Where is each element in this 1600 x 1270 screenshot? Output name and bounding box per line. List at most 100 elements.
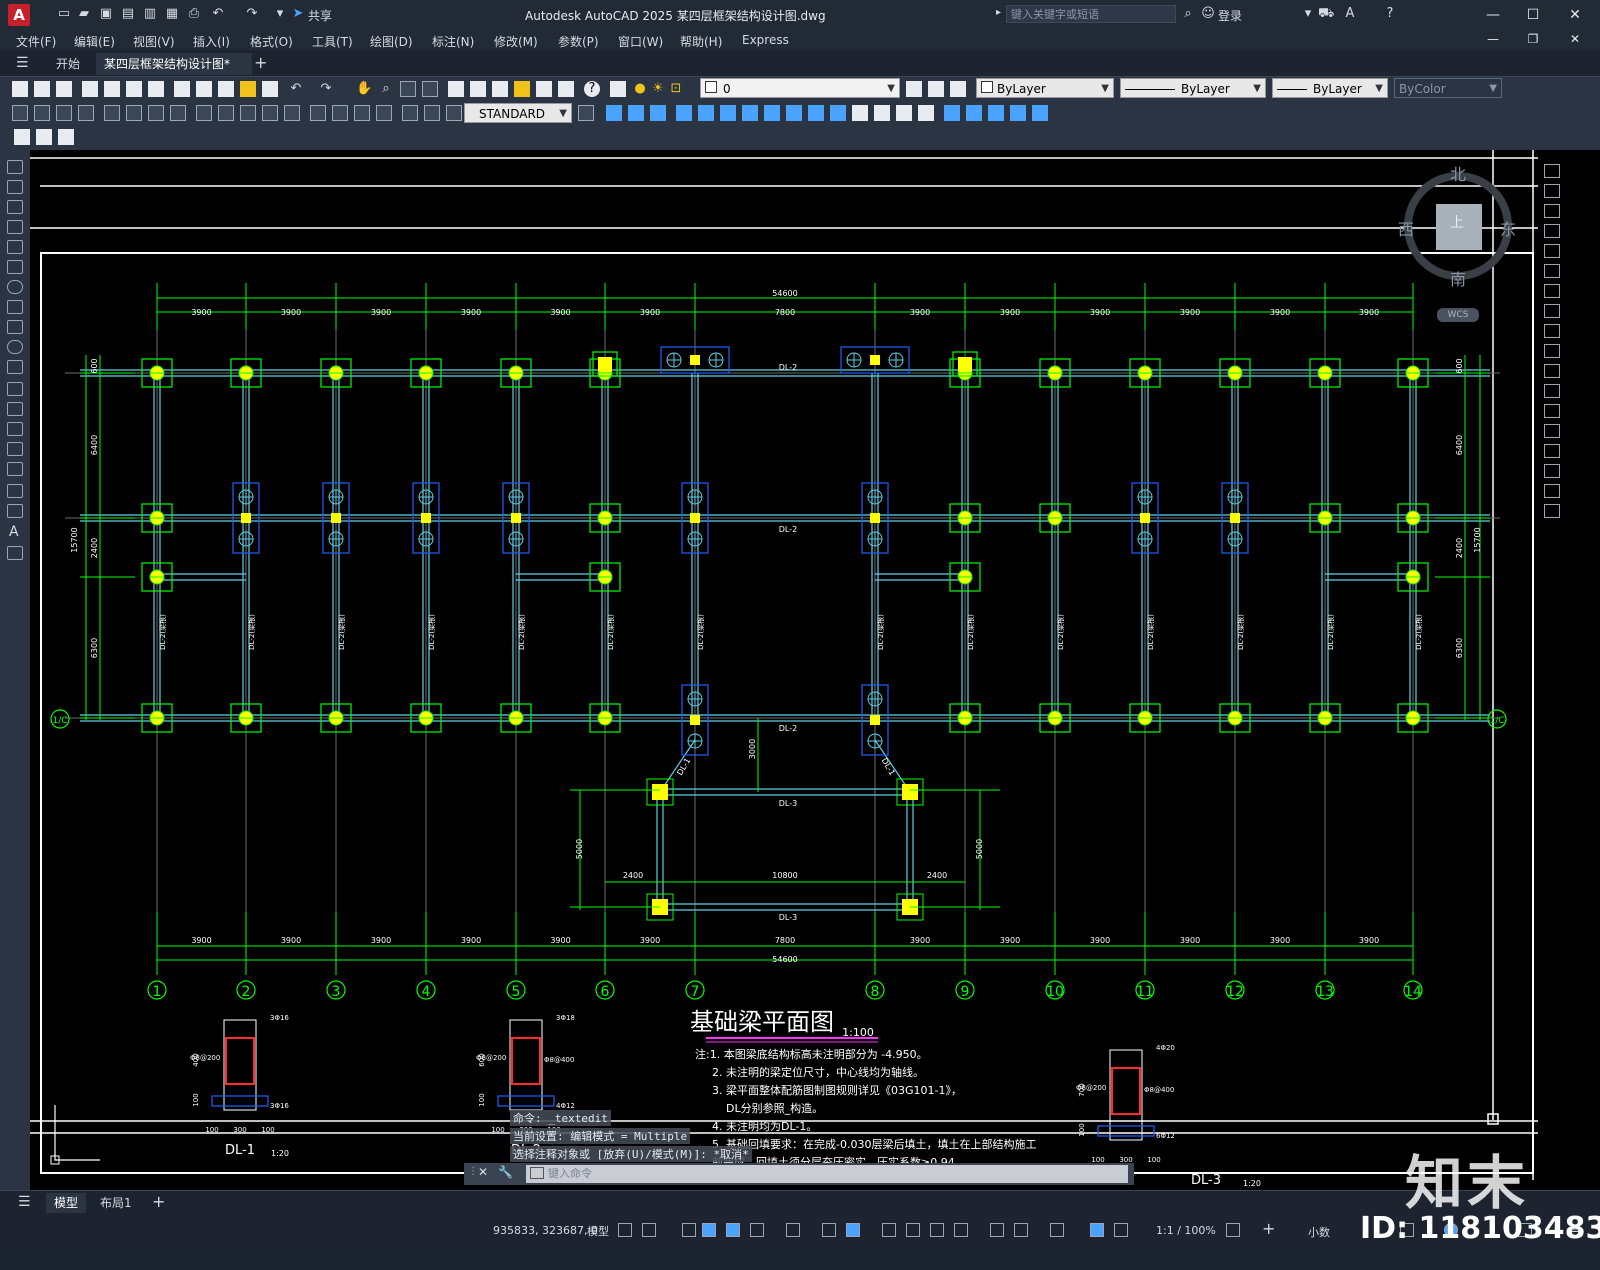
chamfer-icon[interactable]: [1544, 444, 1560, 458]
selection-filter-icon[interactable]: [1014, 1223, 1028, 1237]
menu-draw[interactable]: 绘图(D): [370, 33, 413, 50]
copy-object-icon[interactable]: [1544, 184, 1560, 198]
annotation-monitor-icon[interactable]: +: [1262, 1219, 1275, 1238]
dropdown-icon[interactable]: ▾: [1300, 6, 1316, 22]
wedge-icon[interactable]: [698, 105, 714, 121]
sweep-icon[interactable]: [786, 105, 802, 121]
lineweight-dropdown[interactable]: ByLayer ▼: [1272, 78, 1388, 98]
new-tab-button[interactable]: +: [254, 53, 267, 72]
ordinate-dim-icon[interactable]: [78, 105, 94, 121]
erase-icon[interactable]: [1544, 164, 1560, 178]
extend-icon[interactable]: [1544, 364, 1560, 378]
linetype-dropdown[interactable]: ByLayer ▼: [1120, 78, 1266, 98]
share-button[interactable]: 共享: [308, 7, 332, 24]
layer-freeze-icon[interactable]: ☀: [650, 81, 666, 97]
table-icon[interactable]: [7, 504, 23, 518]
polyline-icon[interactable]: [7, 200, 23, 214]
menu-help[interactable]: 帮助(H): [680, 33, 722, 50]
radius-dim-icon[interactable]: [104, 105, 120, 121]
menu-parametric[interactable]: 参数(P): [558, 33, 599, 50]
make-current-layer-icon[interactable]: [906, 81, 922, 97]
rectangle-icon[interactable]: [7, 240, 23, 254]
new-icon[interactable]: [12, 81, 28, 97]
isometric-icon[interactable]: [786, 1223, 800, 1237]
redo-icon[interactable]: ↷: [244, 6, 260, 22]
dim-style-icon[interactable]: [578, 105, 594, 121]
zoom-window-icon[interactable]: [400, 81, 416, 97]
intersect-icon[interactable]: [896, 105, 912, 121]
stretch-icon[interactable]: [1544, 324, 1560, 338]
tolerance-icon[interactable]: [310, 105, 326, 121]
offset-icon[interactable]: [1544, 224, 1560, 238]
zoom-previous-icon[interactable]: [422, 81, 438, 97]
plot-icon[interactable]: [82, 81, 98, 97]
spline-icon[interactable]: [7, 320, 23, 334]
search-icon[interactable]: ⌕: [1180, 6, 1196, 22]
wcs-menu[interactable]: WCS: [1437, 308, 1479, 322]
share-icon[interactable]: ➤: [290, 6, 306, 22]
coordinates-readout[interactable]: 935833, 323687, 0: [493, 1224, 598, 1237]
inspection-icon[interactable]: [354, 105, 370, 121]
render-icon[interactable]: [14, 129, 30, 145]
arc-icon[interactable]: [7, 260, 23, 274]
rotate-icon[interactable]: [1544, 284, 1560, 298]
aligned-dim-icon[interactable]: [34, 105, 50, 121]
grid-icon[interactable]: [618, 1223, 632, 1237]
continue-dim-icon[interactable]: [240, 105, 256, 121]
ellipse-icon[interactable]: [7, 340, 23, 354]
subtract-icon[interactable]: [874, 105, 890, 121]
join-icon[interactable]: [1544, 424, 1560, 438]
viewcube-top-face[interactable]: 上: [1450, 212, 1464, 232]
publish-3d-icon[interactable]: [148, 81, 164, 97]
compass-south-label[interactable]: 南: [1450, 266, 1466, 290]
transparency-icon[interactable]: [906, 1223, 920, 1237]
layer-previous-icon[interactable]: [928, 81, 944, 97]
paste-icon[interactable]: [218, 81, 234, 97]
ortho-icon[interactable]: [726, 1223, 740, 1237]
explode-icon[interactable]: [1544, 504, 1560, 518]
blend-curves-icon[interactable]: [1544, 484, 1560, 498]
break-at-point-icon[interactable]: [1544, 384, 1560, 398]
undo-icon[interactable]: ↶: [288, 81, 304, 97]
publish-icon[interactable]: [126, 81, 142, 97]
block-editor-icon[interactable]: [262, 81, 278, 97]
menu-express[interactable]: Express: [742, 33, 789, 47]
union-icon[interactable]: [852, 105, 868, 121]
baseline-dim-icon[interactable]: [218, 105, 234, 121]
infer-constraints-icon[interactable]: [682, 1223, 696, 1237]
box-icon[interactable]: [606, 105, 622, 121]
jogged-dim-icon[interactable]: [126, 105, 142, 121]
tab-drawing[interactable]: 某四层框架结构设计图* ✕: [96, 53, 252, 93]
doc-minimize-button[interactable]: —: [1478, 28, 1508, 50]
autodesk-app-icon[interactable]: A: [1342, 6, 1358, 22]
layout-menu-icon[interactable]: ☰: [18, 1194, 31, 1210]
cylinder-icon[interactable]: [650, 105, 666, 121]
grip-icon[interactable]: ⋮: [468, 1166, 478, 1177]
search-expand-icon[interactable]: ▸: [996, 7, 1001, 18]
auto-scale-icon[interactable]: [1114, 1223, 1128, 1237]
3d-array-icon[interactable]: [988, 105, 1004, 121]
dim-update-icon[interactable]: [446, 105, 462, 121]
diameter-dim-icon[interactable]: [148, 105, 164, 121]
save-as-icon[interactable]: ▤: [120, 6, 136, 22]
quick-dim-icon[interactable]: [196, 105, 212, 121]
make-block-icon[interactable]: [7, 402, 23, 416]
tab-start[interactable]: 开始: [48, 53, 88, 75]
dim-edit-icon[interactable]: [402, 105, 418, 121]
customize-command-icon[interactable]: 🔧: [498, 1165, 513, 1179]
menu-window[interactable]: 窗口(W): [618, 33, 663, 50]
thicken-icon[interactable]: [1032, 105, 1048, 121]
snap-icon[interactable]: [642, 1223, 656, 1237]
autocad-logo-icon[interactable]: A: [8, 4, 30, 26]
login-button[interactable]: 登录: [1218, 7, 1242, 24]
search-input[interactable]: 键入关键字或短语: [1006, 5, 1176, 23]
object-snap-icon[interactable]: [846, 1223, 860, 1237]
menu-edit[interactable]: 编辑(E): [74, 33, 115, 50]
selection-cycling-icon[interactable]: [930, 1223, 944, 1237]
zoom-realtime-icon[interactable]: ⌕: [378, 81, 394, 97]
point-icon[interactable]: [7, 422, 23, 436]
ellipse-arc-icon[interactable]: [7, 360, 23, 374]
layer-properties-icon[interactable]: [610, 81, 626, 97]
hamburger-menu-icon[interactable]: ☰: [16, 55, 29, 71]
materials-icon[interactable]: [36, 129, 52, 145]
